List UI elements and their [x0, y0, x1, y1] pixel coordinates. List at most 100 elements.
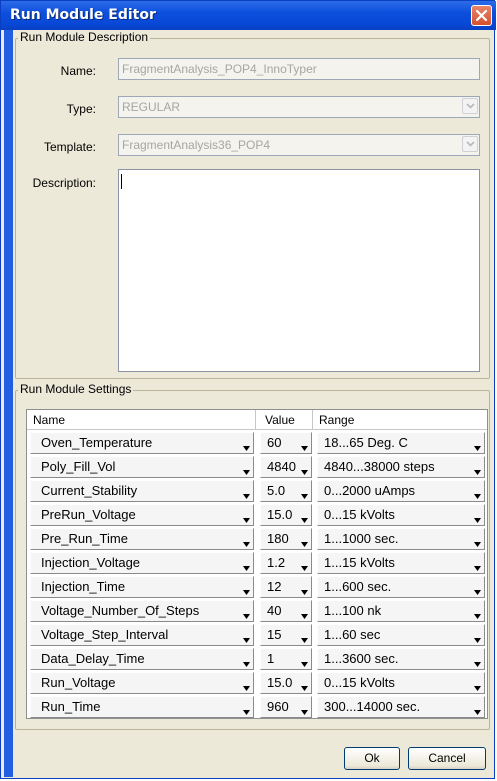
setting-name-cell[interactable]: Data_Delay_Time	[30, 648, 254, 670]
setting-range-cell[interactable]: 1...1000 sec.	[317, 528, 485, 550]
setting-range-cell[interactable]: 1...3600 sec.	[317, 648, 485, 670]
setting-value-cell[interactable]: 1.2	[260, 552, 312, 574]
dropdown-arrow-icon[interactable]	[474, 566, 481, 571]
setting-range-cell[interactable]: 4840...38000 steps	[317, 456, 485, 478]
setting-value-cell[interactable]: 960	[260, 696, 312, 718]
dropdown-arrow-icon[interactable]	[301, 446, 308, 451]
dropdown-arrow-icon[interactable]	[474, 470, 481, 475]
setting-range-cell-text: 1...15 kVolts	[324, 555, 395, 570]
setting-name-cell[interactable]: Injection_Time	[30, 576, 254, 598]
table-row: Voltage_Number_Of_Steps 40 1...100 nk	[27, 599, 487, 623]
dropdown-arrow-icon[interactable]	[301, 662, 308, 667]
dropdown-arrow-icon[interactable]	[243, 686, 250, 691]
setting-name-cell[interactable]: Run_Time	[30, 696, 254, 718]
setting-value-cell-text: 15	[267, 627, 282, 642]
dropdown-arrow-icon[interactable]	[243, 494, 250, 499]
setting-value-cell[interactable]: 60	[260, 432, 312, 454]
setting-range-cell-text: 300...14000 sec.	[324, 699, 421, 714]
setting-range-cell[interactable]: 0...15 kVolts	[317, 504, 485, 526]
dropdown-arrow-icon[interactable]	[301, 518, 308, 523]
setting-value-cell[interactable]: 1	[260, 648, 312, 670]
settings-table: Name Value Range Oven_Temperature 60 18...…	[26, 409, 488, 719]
setting-range-cell[interactable]: 1...600 sec.	[317, 576, 485, 598]
setting-value-cell[interactable]: 15	[260, 624, 312, 646]
cancel-button[interactable]: Cancel	[408, 747, 486, 770]
template-select[interactable]: FragmentAnalysis36_POP4	[118, 134, 480, 156]
dropdown-arrow-icon[interactable]	[474, 518, 481, 523]
setting-name-cell[interactable]: Run_Voltage	[30, 672, 254, 694]
settings-group-legend: Run Module Settings	[18, 382, 134, 396]
dropdown-arrow-icon[interactable]	[301, 710, 308, 715]
dropdown-arrow-icon[interactable]	[474, 662, 481, 667]
ok-button[interactable]: Ok	[344, 747, 400, 770]
dropdown-arrow-icon[interactable]	[301, 566, 308, 571]
template-dropdown-button[interactable]	[462, 136, 478, 152]
setting-value-cell-text: 15.0	[267, 507, 293, 522]
dropdown-arrow-icon[interactable]	[474, 710, 481, 715]
table-row: Injection_Time 12 1...600 sec.	[27, 575, 487, 599]
setting-name-cell[interactable]: PreRun_Voltage	[30, 504, 254, 526]
setting-name-cell[interactable]: Poly_Fill_Vol	[30, 456, 254, 478]
column-header-range[interactable]: Range	[313, 410, 487, 430]
setting-value-cell[interactable]: 40	[260, 600, 312, 622]
type-dropdown-button[interactable]	[462, 98, 478, 114]
table-row: Data_Delay_Time 1 1...3600 sec.	[27, 647, 487, 671]
setting-name-cell-text: Current_Stability	[41, 483, 138, 498]
dropdown-arrow-icon[interactable]	[243, 710, 250, 715]
setting-name-cell[interactable]: Voltage_Step_Interval	[30, 624, 254, 646]
dropdown-arrow-icon[interactable]	[474, 542, 481, 547]
setting-name-cell[interactable]: Voltage_Number_Of_Steps	[30, 600, 254, 622]
dropdown-arrow-icon[interactable]	[301, 542, 308, 547]
setting-name-cell[interactable]: Current_Stability	[30, 480, 254, 502]
column-header-value[interactable]: Value	[256, 410, 313, 430]
column-header-range-label: Range	[319, 413, 355, 427]
dropdown-arrow-icon[interactable]	[243, 614, 250, 619]
setting-value-cell[interactable]: 4840	[260, 456, 312, 478]
close-button[interactable]	[471, 5, 492, 26]
title-bar[interactable]: Run Module Editor	[1, 1, 496, 30]
dropdown-arrow-icon[interactable]	[243, 518, 250, 523]
name-field[interactable]: FragmentAnalysis_POP4_InnoTyper	[118, 58, 480, 80]
dropdown-arrow-icon[interactable]	[243, 446, 250, 451]
setting-range-cell[interactable]: 1...100 nk	[317, 600, 485, 622]
setting-value-cell[interactable]: 15.0	[260, 672, 312, 694]
setting-value-cell-text: 960	[267, 699, 289, 714]
dropdown-arrow-icon[interactable]	[243, 662, 250, 667]
type-select[interactable]: REGULAR	[118, 96, 480, 118]
setting-range-cell[interactable]: 0...15 kVolts	[317, 672, 485, 694]
column-header-name[interactable]: Name	[27, 410, 256, 430]
dropdown-arrow-icon[interactable]	[474, 638, 481, 643]
setting-range-cell[interactable]: 18...65 Deg. C	[317, 432, 485, 454]
dropdown-arrow-icon[interactable]	[301, 470, 308, 475]
setting-name-cell[interactable]: Pre_Run_Time	[30, 528, 254, 550]
dropdown-arrow-icon[interactable]	[243, 566, 250, 571]
setting-value-cell[interactable]: 12	[260, 576, 312, 598]
setting-name-cell[interactable]: Injection_Voltage	[30, 552, 254, 574]
dropdown-arrow-icon[interactable]	[474, 614, 481, 619]
description-textarea[interactable]	[118, 169, 480, 372]
dropdown-arrow-icon[interactable]	[474, 686, 481, 691]
setting-range-cell-text: 1...1000 sec.	[324, 531, 399, 546]
setting-name-cell[interactable]: Oven_Temperature	[30, 432, 254, 454]
dropdown-arrow-icon[interactable]	[243, 470, 250, 475]
dropdown-arrow-icon[interactable]	[301, 614, 308, 619]
dropdown-arrow-icon[interactable]	[301, 638, 308, 643]
setting-range-cell[interactable]: 1...60 sec	[317, 624, 485, 646]
setting-range-cell[interactable]: 300...14000 sec.	[317, 696, 485, 718]
dropdown-arrow-icon[interactable]	[243, 638, 250, 643]
setting-value-cell[interactable]: 180	[260, 528, 312, 550]
dropdown-arrow-icon[interactable]	[243, 542, 250, 547]
setting-range-cell[interactable]: 1...15 kVolts	[317, 552, 485, 574]
dropdown-arrow-icon[interactable]	[243, 590, 250, 595]
dropdown-arrow-icon[interactable]	[301, 590, 308, 595]
dropdown-arrow-icon[interactable]	[474, 590, 481, 595]
dropdown-arrow-icon[interactable]	[474, 494, 481, 499]
setting-value-cell[interactable]: 15.0	[260, 504, 312, 526]
dropdown-arrow-icon[interactable]	[301, 686, 308, 691]
setting-name-cell-text: Voltage_Step_Interval	[41, 627, 169, 642]
dropdown-arrow-icon[interactable]	[301, 494, 308, 499]
setting-range-cell[interactable]: 0...2000 uAmps	[317, 480, 485, 502]
dropdown-arrow-icon[interactable]	[474, 446, 481, 451]
setting-value-cell-text: 1	[267, 651, 275, 666]
setting-value-cell[interactable]: 5.0	[260, 480, 312, 502]
